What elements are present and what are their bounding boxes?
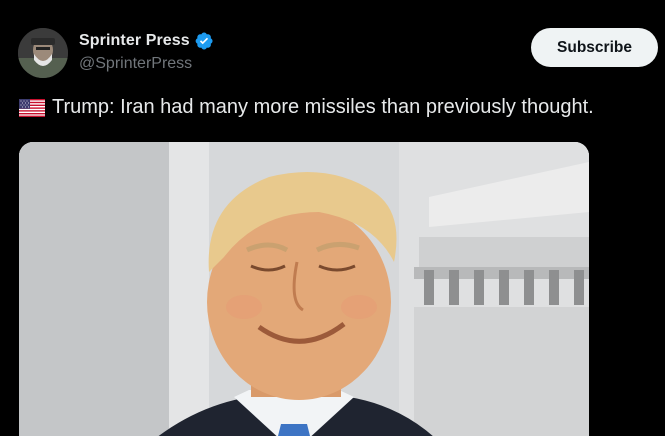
photo-illustration [19, 142, 589, 436]
tweet-post: Sprinter Press @SprinterPress Subscribe [0, 0, 665, 436]
subscribe-button[interactable]: Subscribe [531, 28, 658, 67]
us-flag-icon [19, 98, 45, 117]
post-text-content: Trump: Iran had many more missiles than … [52, 96, 594, 118]
author-info: Sprinter Press @SprinterPress [79, 30, 214, 73]
post-text: Trump: Iran had many more missiles than … [19, 96, 594, 119]
avatar-image [18, 28, 68, 78]
name-row: Sprinter Press [79, 30, 214, 52]
author-display-name[interactable]: Sprinter Press [79, 32, 190, 50]
author-handle[interactable]: @SprinterPress [79, 55, 214, 73]
verified-badge-icon [194, 31, 214, 51]
author-avatar[interactable] [18, 28, 68, 78]
post-image[interactable] [19, 142, 589, 436]
